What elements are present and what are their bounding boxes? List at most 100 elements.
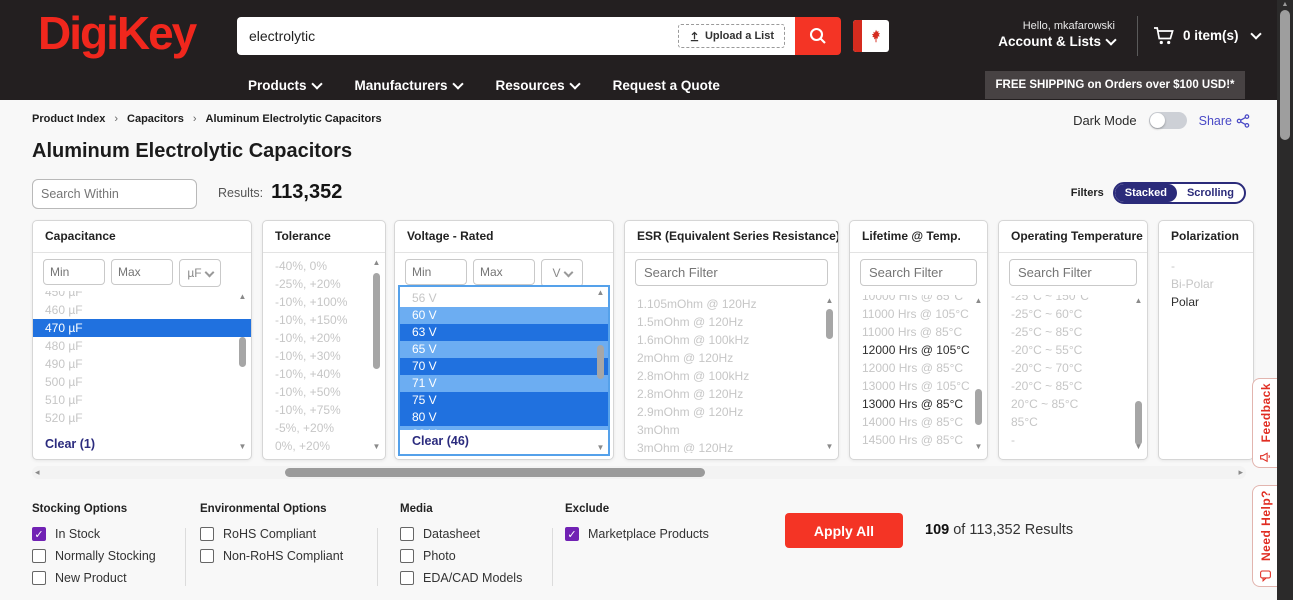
scroll-down-icon[interactable]: ▼ xyxy=(1133,443,1144,451)
maple-leaf-icon xyxy=(869,29,883,43)
scroll-left-icon[interactable]: ◂ xyxy=(35,466,40,479)
account-lists-menu[interactable]: Account & Lists xyxy=(998,34,1115,49)
toggle-scrolling[interactable]: Scrolling xyxy=(1177,184,1244,202)
toggle-stacked[interactable]: Stacked xyxy=(1115,184,1177,202)
filter-card-esr-equivalent-series-resistance: ESR (Equivalent Series Resistance)1.105m… xyxy=(624,220,839,460)
filter-option[interactable]: 70 V xyxy=(400,358,608,375)
unit-select[interactable]: V xyxy=(541,259,583,287)
need-help-tab[interactable]: Need Help? xyxy=(1252,485,1278,587)
checkbox-eda-cad-models[interactable]: EDA/CAD Models xyxy=(400,571,522,585)
nav-request-a-quote[interactable]: Request a Quote xyxy=(613,78,720,93)
share-button[interactable]: Share xyxy=(1199,114,1250,128)
scroll-down-icon[interactable]: ▼ xyxy=(973,443,984,451)
list-scrollbar[interactable]: ▲▼ xyxy=(371,259,382,451)
horizontal-scroll-thumb[interactable] xyxy=(285,468,705,477)
min-input[interactable] xyxy=(43,259,105,285)
filter-option[interactable]: 60 V xyxy=(400,307,608,324)
scroll-up-icon[interactable]: ▲ xyxy=(237,293,248,301)
filter-search-input[interactable] xyxy=(635,259,828,286)
scroll-down-icon[interactable]: ▼ xyxy=(824,443,835,451)
scroll-up-icon[interactable]: ▲ xyxy=(595,289,606,297)
list-scrollbar[interactable]: ▲▼ xyxy=(1133,297,1144,451)
checkbox-datasheet[interactable]: Datasheet xyxy=(400,527,522,541)
checkbox-icon xyxy=(32,571,46,585)
nav-resources[interactable]: Resources xyxy=(496,78,579,93)
filter-option[interactable]: 71 V xyxy=(400,375,608,392)
max-input[interactable] xyxy=(111,259,173,285)
breadcrumb-item-capacitors[interactable]: Capacitors xyxy=(127,113,184,125)
filter-option: 1.5mOhm @ 120Hz xyxy=(625,313,838,331)
filter-card-title: Voltage - Rated xyxy=(395,221,613,253)
checkbox-photo[interactable]: Photo xyxy=(400,549,522,563)
min-input[interactable] xyxy=(405,259,467,285)
checkbox-new-product[interactable]: New Product xyxy=(32,571,156,585)
clear-filter-link[interactable]: Clear (1) xyxy=(33,433,237,455)
scroll-thumb[interactable] xyxy=(597,345,604,379)
filter-option[interactable]: 75 V xyxy=(400,392,608,409)
filter-search-input[interactable] xyxy=(1009,259,1137,286)
checkbox-label: Photo xyxy=(423,549,456,563)
scroll-up-icon[interactable]: ▲ xyxy=(1133,297,1144,305)
page-scrollbar[interactable]: ▲ xyxy=(1277,0,1293,600)
breadcrumb-item-product-index[interactable]: Product Index xyxy=(32,113,105,125)
search-within-input[interactable] xyxy=(33,187,210,201)
scroll-down-icon[interactable]: ▼ xyxy=(237,443,248,451)
filter-option[interactable]: 63 V xyxy=(400,324,608,341)
dark-mode-toggle[interactable] xyxy=(1149,112,1187,129)
nav-products[interactable]: Products xyxy=(248,78,321,93)
cart-button[interactable]: 0 item(s) xyxy=(1152,24,1260,46)
list-scrollbar[interactable]: ▲▼ xyxy=(595,289,606,452)
scroll-up-icon[interactable]: ▲ xyxy=(371,259,382,267)
scroll-thumb[interactable] xyxy=(826,309,833,339)
list-scrollbar[interactable]: ▲▼ xyxy=(237,293,248,451)
filter-option[interactable]: 80 V xyxy=(400,409,608,426)
filter-search-input[interactable] xyxy=(860,259,977,286)
scroll-thumb[interactable] xyxy=(975,389,982,425)
checkbox-rohs-compliant[interactable]: RoHS Compliant xyxy=(200,527,343,541)
search-input[interactable] xyxy=(237,28,678,44)
chevron-down-icon xyxy=(1250,28,1261,39)
checkbox-marketplace-products[interactable]: ✓Marketplace Products xyxy=(565,527,709,541)
free-shipping-banner: FREE SHIPPING on Orders over $100 USD!* xyxy=(985,71,1245,99)
country-flag-canada[interactable] xyxy=(853,20,889,52)
filter-option[interactable]: Polar xyxy=(1159,293,1253,311)
page-scroll-thumb[interactable] xyxy=(1280,10,1290,140)
filter-option[interactable]: 12000 Hrs @ 105°C xyxy=(850,341,987,359)
filter-option[interactable]: 470 µF xyxy=(33,319,251,337)
scroll-right-icon[interactable]: ▸ xyxy=(1238,466,1243,479)
upload-list-button[interactable]: Upload a List xyxy=(678,24,785,48)
list-scrollbar[interactable]: ▲▼ xyxy=(973,297,984,451)
scroll-up-icon[interactable]: ▲ xyxy=(1277,1,1293,8)
checkbox-non-rohs-compliant[interactable]: Non-RoHS Compliant xyxy=(200,549,343,563)
scroll-up-icon[interactable]: ▲ xyxy=(973,297,984,305)
filter-option: 14000 Hrs @ 85°C xyxy=(850,413,987,431)
filter-option[interactable]: 65 V xyxy=(400,341,608,358)
list-scrollbar[interactable]: ▲▼ xyxy=(824,297,835,451)
scroll-up-icon[interactable]: ▲ xyxy=(824,297,835,305)
filter-option: 1.6mOhm @ 100kHz xyxy=(625,331,838,349)
filter-option[interactable]: 13000 Hrs @ 85°C xyxy=(850,395,987,413)
scroll-down-icon[interactable]: ▼ xyxy=(371,443,382,451)
breadcrumb-item-aluminum-electrolytic-capacitors[interactable]: Aluminum Electrolytic Capacitors xyxy=(206,113,382,125)
filter-option: -10%, +20% xyxy=(263,329,385,347)
scroll-thumb[interactable] xyxy=(373,273,380,369)
filters-horizontal-scrollbar[interactable]: ◂ ▸ xyxy=(32,466,1246,479)
search-button[interactable] xyxy=(795,17,841,55)
filter-card-polarization: Polarization-Bi-PolarPolar xyxy=(1158,220,1254,460)
scroll-down-icon[interactable]: ▼ xyxy=(595,444,606,452)
flag-band xyxy=(853,20,862,52)
max-input[interactable] xyxy=(473,259,535,285)
unit-select[interactable]: µF xyxy=(179,259,221,287)
filter-card-voltage-rated: Voltage - RatedV56 V60 V63 V65 V70 V71 V… xyxy=(394,220,614,460)
scroll-thumb[interactable] xyxy=(1135,401,1142,445)
checkbox-in-stock[interactable]: ✓In Stock xyxy=(32,527,156,541)
feedback-tab[interactable]: Feedback xyxy=(1252,378,1278,468)
digikey-logo[interactable]: DigiKey xyxy=(38,6,195,60)
nav-manufacturers[interactable]: Manufacturers xyxy=(355,78,462,93)
apply-all-button[interactable]: Apply All xyxy=(785,513,903,548)
dark-mode-label: Dark Mode xyxy=(1073,113,1137,128)
checkbox-label: EDA/CAD Models xyxy=(423,571,522,585)
scroll-thumb[interactable] xyxy=(239,337,246,367)
clear-filter-link[interactable]: Clear (46) xyxy=(400,430,594,452)
checkbox-normally-stocking[interactable]: Normally Stocking xyxy=(32,549,156,563)
